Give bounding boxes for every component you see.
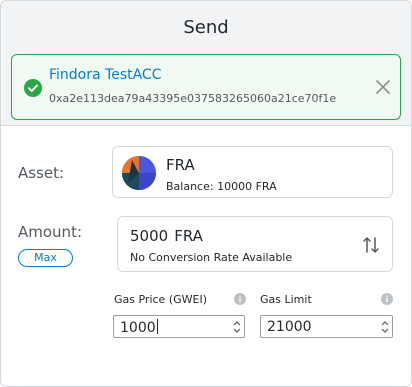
- account-address: 0xa2e113dea79a43395e037583265060a21ce70f…: [49, 92, 337, 105]
- fra-token-icon: [122, 156, 156, 190]
- amount-value[interactable]: 5000: [130, 227, 168, 245]
- gas-limit-input[interactable]: 21000: [260, 315, 393, 338]
- max-button[interactable]: Max: [18, 249, 73, 267]
- check-circle-icon: [24, 79, 42, 97]
- page-title: Send: [183, 17, 229, 38]
- gas-price-input[interactable]: 1000: [113, 315, 245, 338]
- close-icon[interactable]: [374, 78, 392, 96]
- amount-value-row: 5000 FRA: [130, 227, 203, 245]
- account-name: Findora TestACC: [49, 67, 162, 83]
- amount-unit: FRA: [174, 227, 203, 245]
- asset-selector[interactable]: FRA Balance: 10000 FRA: [112, 146, 393, 198]
- gas-price-value: 1000: [120, 320, 156, 336]
- text-caret: [156, 319, 158, 334]
- gas-limit-label: Gas Limit: [260, 293, 312, 306]
- send-screen: Send Findora TestACC 0xa2e113dea79a43395…: [0, 0, 412, 387]
- info-icon[interactable]: [234, 293, 246, 305]
- stepper-arrows-icon[interactable]: [380, 318, 390, 336]
- stepper-arrows-icon[interactable]: [232, 318, 242, 336]
- asset-label: Asset:: [18, 164, 65, 182]
- asset-symbol: FRA: [166, 156, 195, 174]
- gas-price-label: Gas Price (GWEI): [114, 293, 208, 306]
- info-icon[interactable]: [381, 293, 393, 305]
- conversion-rate-text: No Conversion Rate Available: [130, 251, 293, 264]
- asset-balance: Balance: 10000 FRA: [166, 180, 277, 193]
- amount-input-box[interactable]: 5000 FRA No Conversion Rate Available: [117, 216, 393, 272]
- swap-arrows-icon[interactable]: [362, 235, 380, 255]
- amount-label: Amount:: [18, 223, 82, 241]
- send-header: Send Findora TestACC 0xa2e113dea79a43395…: [1, 1, 411, 126]
- selected-account-card[interactable]: Findora TestACC 0xa2e113dea79a43395e0375…: [11, 54, 401, 120]
- gas-limit-value: 21000: [267, 319, 312, 335]
